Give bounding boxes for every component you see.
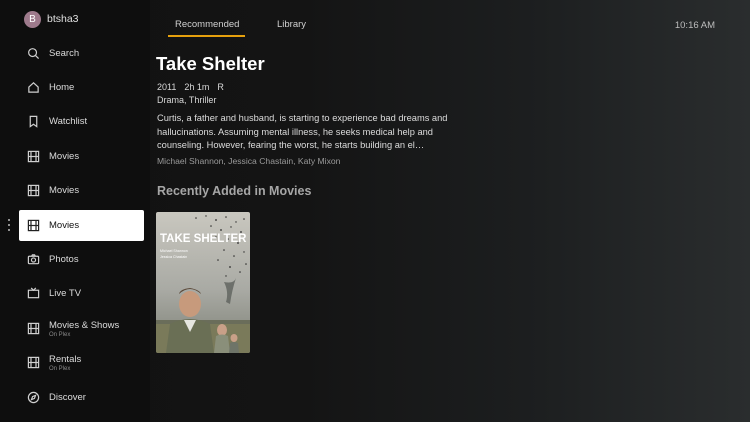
home-icon bbox=[27, 81, 40, 94]
clock: 10:16 AM bbox=[674, 20, 715, 31]
avatar: B bbox=[24, 10, 41, 28]
tab-recommended[interactable]: Recommended bbox=[175, 19, 239, 30]
poster-credit: Jessica Chastain bbox=[160, 255, 187, 259]
film-icon bbox=[27, 150, 40, 163]
year: 2011 bbox=[157, 82, 177, 92]
sidebar-item-label: Photos bbox=[49, 254, 79, 265]
sidebar-item-photos[interactable]: Photos bbox=[19, 244, 144, 275]
active-tab-indicator bbox=[168, 35, 245, 37]
sidebar-item-sublabel: On Plex bbox=[49, 365, 71, 372]
content-rating: R bbox=[217, 82, 224, 92]
film-icon bbox=[27, 322, 40, 335]
sidebar-item-movies-2[interactable]: Movies bbox=[19, 175, 144, 206]
bookmark-icon bbox=[27, 115, 40, 128]
sidebar-item-movies-3[interactable]: Movies bbox=[19, 210, 144, 241]
sidebar-item-label: Discover bbox=[49, 392, 86, 403]
profile-switcher[interactable]: B btsha3 bbox=[24, 10, 79, 28]
sidebar-item-label: Movies bbox=[49, 220, 80, 231]
search-icon bbox=[27, 47, 40, 60]
sidebar-item-label: Movies & Shows bbox=[49, 319, 120, 331]
poster-title: TAKE SHELTER bbox=[160, 233, 247, 245]
sidebar-item-movies-1[interactable]: Movies bbox=[19, 141, 144, 172]
film-icon bbox=[27, 219, 40, 232]
tv-icon bbox=[27, 287, 40, 300]
sidebar-item-label: Rentals bbox=[49, 353, 82, 365]
metadata-row: 2011 2h 1m R bbox=[157, 82, 224, 92]
sidebar-item-movies-shows[interactable]: Movies & Shows On Plex bbox=[19, 313, 144, 344]
tab-library[interactable]: Library bbox=[277, 19, 306, 30]
sidebar-item-label: Movies bbox=[49, 185, 80, 196]
sidebar: B btsha3 Search Home Watchlist Movies Mo… bbox=[0, 0, 150, 422]
sidebar-item-discover[interactable]: Discover bbox=[19, 382, 144, 413]
genres: Drama, Thriller bbox=[157, 95, 217, 105]
sidebar-item-label: Live TV bbox=[49, 288, 82, 299]
sidebar-item-rentals[interactable]: Rentals On Plex bbox=[19, 347, 144, 378]
sidebar-item-live-tv[interactable]: Live TV bbox=[19, 278, 144, 309]
poster-credit: Michael Shannon bbox=[160, 249, 188, 253]
poster-take-shelter[interactable]: TAKE SHELTER Michael Shannon Jessica Cha… bbox=[156, 212, 250, 353]
duration: 2h 1m bbox=[184, 82, 210, 92]
sidebar-item-label: Movies bbox=[49, 151, 80, 162]
section-title: Recently Added in Movies bbox=[157, 184, 312, 198]
summary: Curtis, a father and husband, is startin… bbox=[157, 113, 448, 150]
cast-list: Michael Shannon, Jessica Chastain, Katy … bbox=[157, 156, 341, 166]
film-icon bbox=[27, 184, 40, 197]
page-title: Take Shelter bbox=[156, 53, 265, 74]
sidebar-item-label: Watchlist bbox=[49, 116, 88, 127]
sidebar-item-search[interactable]: Search bbox=[19, 38, 144, 69]
more-options-icon[interactable] bbox=[7, 219, 10, 231]
film-icon bbox=[27, 356, 40, 369]
camera-icon bbox=[27, 253, 40, 266]
sidebar-item-watchlist[interactable]: Watchlist bbox=[19, 106, 144, 137]
compass-icon bbox=[27, 391, 40, 404]
sidebar-item-label: Home bbox=[49, 82, 75, 93]
sidebar-item-label: Search bbox=[49, 48, 80, 59]
profile-name: btsha3 bbox=[47, 13, 79, 25]
sidebar-item-sublabel: On Plex bbox=[49, 331, 71, 338]
sidebar-item-home[interactable]: Home bbox=[19, 72, 144, 103]
